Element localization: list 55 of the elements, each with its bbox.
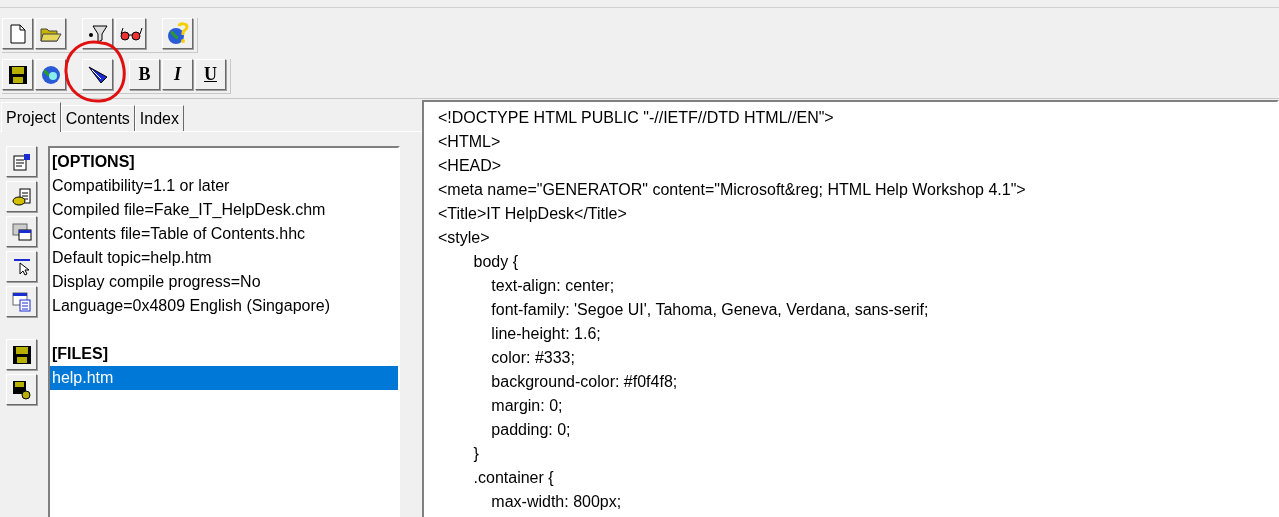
code-line: <Title>IT HelpDesk</Title> [438, 204, 628, 224]
list-item[interactable]: Default topic=help.htm [50, 246, 398, 270]
code-line: background-color: #f0f4f8; [490, 372, 679, 392]
globe-icon [39, 63, 62, 86]
format-button[interactable]: U [195, 59, 226, 90]
code-line: line-height: 1.6; [490, 324, 602, 344]
code-editor[interactable] [422, 100, 1279, 517]
code-line: <HEAD> [438, 156, 503, 176]
document-properties-icon [11, 151, 32, 172]
list-item[interactable]: Compiled file=Fake_IT_HelpDesk.chm [50, 198, 398, 222]
pen-nib-icon [86, 64, 109, 85]
code-line: <style> [438, 228, 491, 248]
tab[interactable]: Contents [60, 105, 135, 131]
window-icon [11, 221, 32, 242]
code-line: <!DOCTYPE HTML PUBLIC "-//IETF//DTD HTML//EN"> [438, 108, 835, 128]
format-button[interactable]: B [129, 59, 160, 90]
globe-help-icon [165, 21, 190, 46]
code-line: <meta name="GENERATOR" content="Microsoft&reg; HTML Help Workshop 4.1"> [438, 180, 1027, 200]
code-line: margin: 0; [490, 396, 564, 416]
code-line: body { [472, 252, 520, 272]
side-button[interactable] [6, 216, 37, 247]
side-button[interactable] [6, 181, 37, 212]
code-line: text-align: center; [490, 276, 616, 296]
toolbar-button[interactable] [82, 18, 113, 49]
section-heading[interactable]: [FILES] [50, 342, 398, 366]
list-item[interactable]: Compatibility=1.1 or later [50, 174, 398, 198]
format-button[interactable]: I [162, 59, 193, 90]
code-line: .container { [472, 468, 555, 488]
pointer-icon [11, 256, 32, 277]
code-line: font-family: 'Segoe UI', Tahoma, Geneva, Verdana, sans-serif; [490, 300, 930, 320]
toolbar-button[interactable] [115, 18, 146, 49]
new-document-icon [9, 23, 26, 44]
list-item[interactable]: Display compile progress=No [50, 270, 398, 294]
code-line: } [472, 444, 480, 464]
glasses-icon [118, 25, 143, 42]
code-line: <HTML> [438, 132, 502, 152]
side-button[interactable] [6, 374, 37, 405]
toolbar-button[interactable] [2, 59, 33, 90]
code-line: max-width: 800px; [490, 492, 623, 512]
side-button[interactable] [6, 286, 37, 317]
floppy-disk-plus-icon [11, 379, 32, 400]
side-button[interactable] [6, 339, 37, 370]
table-of-contents-icon [11, 291, 32, 312]
add-file-icon [11, 186, 32, 207]
section-heading[interactable]: [OPTIONS] [50, 150, 398, 174]
code-line: color: #333; [490, 348, 576, 368]
tab[interactable]: Project [1, 102, 61, 132]
list-item[interactable]: Language=0x4809 English (Singapore) [50, 294, 398, 318]
list-item[interactable]: Contents file=Table of Contents.hhc [50, 222, 398, 246]
side-button[interactable] [6, 146, 37, 177]
toolbar-button[interactable] [82, 59, 113, 90]
tab[interactable]: Index [134, 105, 184, 131]
list-item[interactable]: help.htm [50, 366, 398, 390]
side-button[interactable] [6, 251, 37, 282]
code-line: padding: 0; [490, 420, 572, 440]
